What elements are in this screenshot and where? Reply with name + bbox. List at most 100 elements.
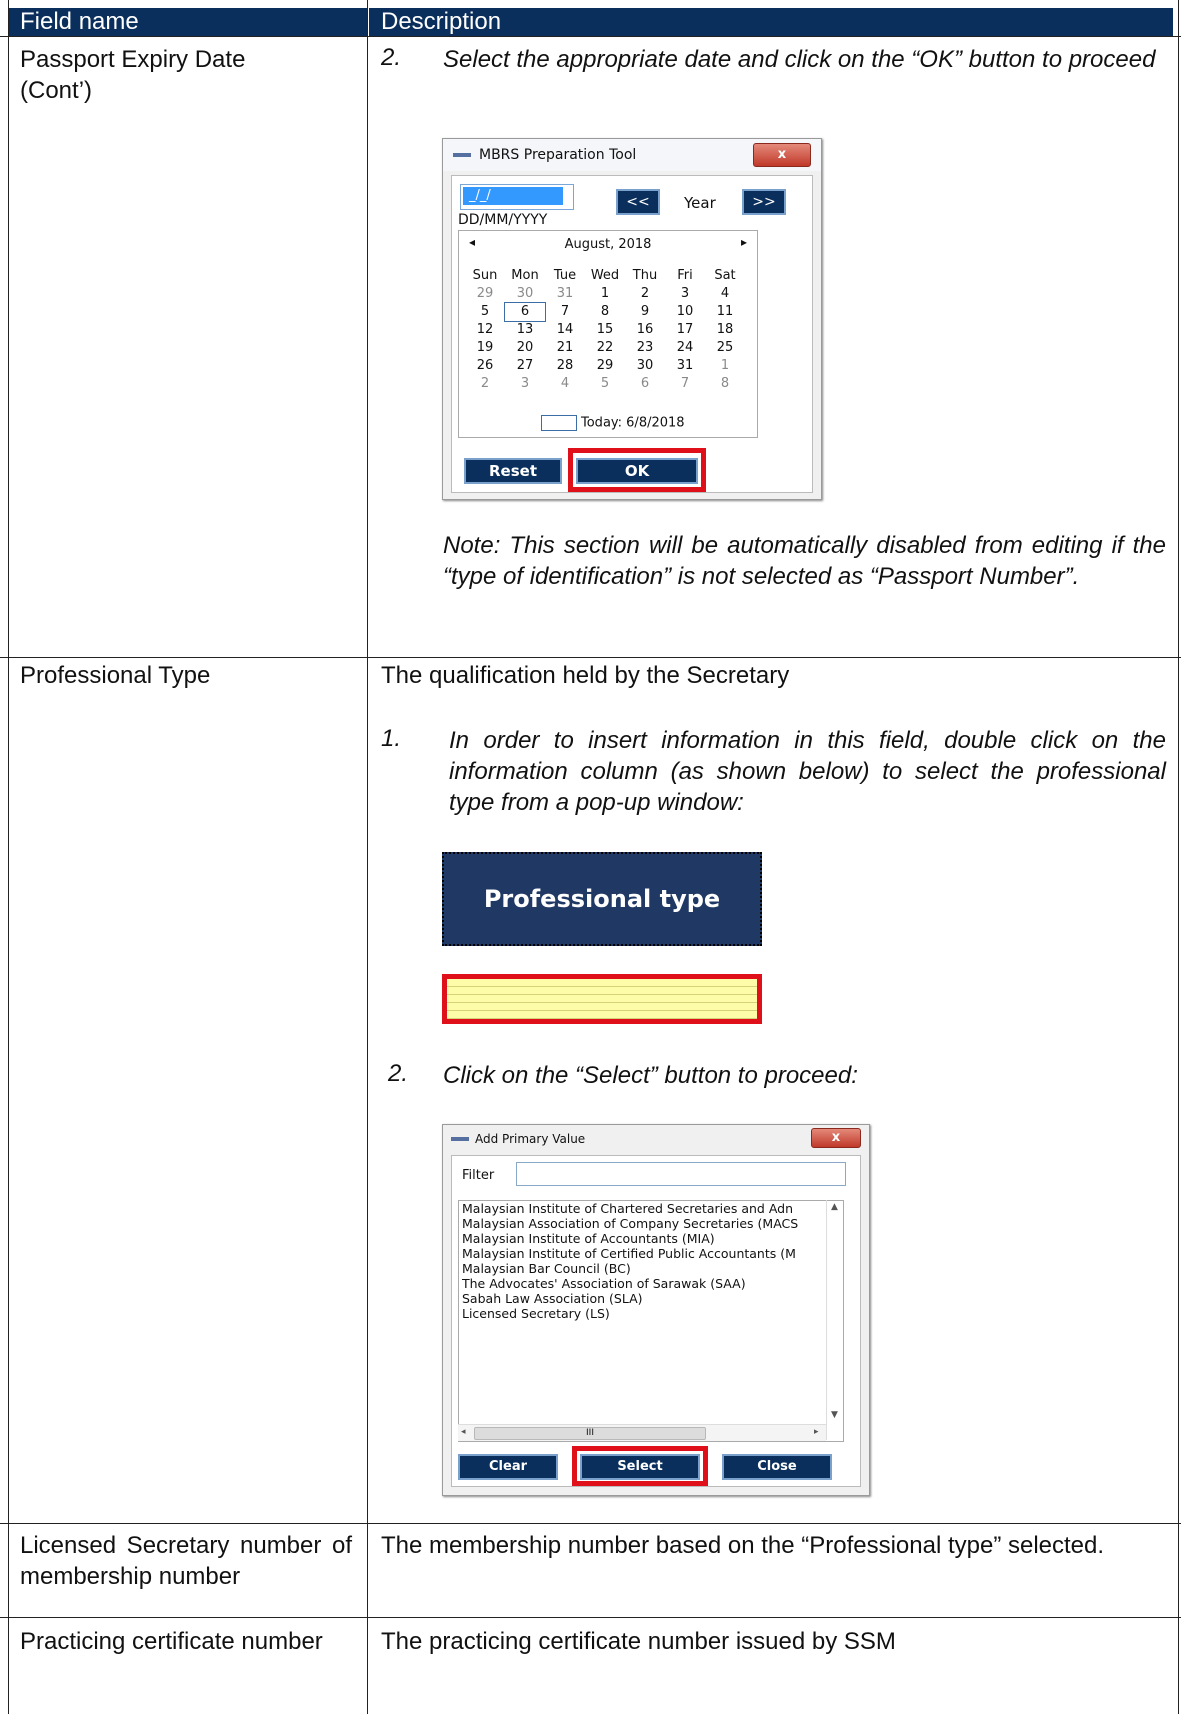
step-number: 2.: [388, 1060, 409, 1087]
calendar-day[interactable]: 8: [585, 303, 625, 321]
calendar-day[interactable]: 26: [465, 357, 505, 375]
calendar-day[interactable]: 13: [505, 321, 545, 339]
calendar-day[interactable]: 6: [625, 375, 665, 393]
calendar-day[interactable]: 10: [665, 303, 705, 321]
date-input-value: _/_/: [463, 187, 563, 205]
calendar-month: August, 2018: [564, 237, 652, 252]
field-practicing-certificate: Practicing certificate number: [20, 1628, 323, 1655]
professional-type-input[interactable]: [442, 974, 762, 1024]
calendar-day[interactable]: 9: [625, 303, 665, 321]
calendar-day[interactable]: 25: [705, 339, 745, 357]
next-year-button[interactable]: >>: [742, 189, 786, 215]
field-description: The membership number based on the “Prof…: [381, 1532, 1105, 1559]
today-label: Today: 6/8/2018: [581, 415, 685, 431]
calendar-day[interactable]: 15: [585, 321, 625, 339]
next-month-icon[interactable]: ▸: [741, 235, 747, 249]
header-field-name: Field name: [8, 8, 367, 36]
list-item[interactable]: Malaysian Institute of Accountants (MIA): [459, 1231, 843, 1246]
calendar-day[interactable]: 3: [505, 375, 545, 393]
close-icon[interactable]: x: [811, 1128, 861, 1148]
today-marker: [541, 415, 577, 431]
prev-year-button[interactable]: <<: [616, 189, 660, 215]
date-input[interactable]: _/_/: [460, 184, 574, 210]
app-icon: [451, 1137, 469, 1141]
calendar-day[interactable]: 17: [665, 321, 705, 339]
calendar-day[interactable]: 24: [665, 339, 705, 357]
close-button[interactable]: Close: [722, 1454, 832, 1480]
calendar-day[interactable]: 7: [665, 375, 705, 393]
calendar-day[interactable]: 14: [545, 321, 585, 339]
step-text: Click on the “Select” button to proceed:: [443, 1062, 858, 1089]
calendar-day[interactable]: 30: [505, 285, 545, 303]
scroll-down-icon[interactable]: ▼: [831, 1410, 838, 1420]
field-name-line: (Cont’): [20, 77, 93, 104]
list-item[interactable]: Malaysian Institute of Certified Public …: [459, 1246, 843, 1261]
header-description: Description: [369, 8, 1173, 36]
calendar-day[interactable]: 3: [665, 285, 705, 303]
calendar-grid: Sun Mon Tue Wed Thu Fri Sat 29 30 31 1 2: [465, 267, 745, 393]
calendar-day[interactable]: 18: [705, 321, 745, 339]
vertical-scrollbar[interactable]: ▲ ▼: [826, 1200, 843, 1440]
calendar-day[interactable]: 30: [625, 357, 665, 375]
list-item[interactable]: Licensed Secretary (LS): [459, 1306, 843, 1321]
calendar-day[interactable]: 22: [585, 339, 625, 357]
list-item[interactable]: Malaysian Bar Council (BC): [459, 1261, 843, 1276]
list-item[interactable]: Malaysian Institute of Chartered Secreta…: [459, 1201, 843, 1216]
weekday-label: Wed: [590, 268, 620, 283]
weekday-label: Sun: [472, 268, 498, 283]
step-text: In order to insert information in this f…: [449, 727, 1166, 816]
calendar-day[interactable]: 16: [625, 321, 665, 339]
calendar-day[interactable]: 12: [465, 321, 505, 339]
select-highlight: [572, 1446, 708, 1486]
calendar-day[interactable]: 2: [465, 375, 505, 393]
calendar-day[interactable]: 2: [625, 285, 665, 303]
calendar-day[interactable]: 5: [465, 303, 505, 321]
calendar-day[interactable]: 1: [585, 285, 625, 303]
dialog-title: Add Primary Value: [475, 1132, 586, 1146]
calendar-day[interactable]: 23: [625, 339, 665, 357]
weekday-label: Tue: [553, 268, 577, 283]
column-divider: [367, 0, 368, 1714]
document-table: Field name Description Passport Expiry D…: [0, 0, 1181, 1714]
calendar-day[interactable]: 31: [665, 357, 705, 375]
close-icon[interactable]: x: [753, 143, 811, 167]
horizontal-scrollbar[interactable]: ◂ III ▸: [458, 1424, 826, 1441]
filter-input[interactable]: [516, 1162, 846, 1186]
note-text: Note: This section will be automatically…: [443, 532, 1166, 590]
row-divider: [0, 657, 1181, 658]
clear-button[interactable]: Clear: [458, 1454, 558, 1480]
calendar-day[interactable]: 11: [705, 303, 745, 321]
calendar-day[interactable]: 7: [545, 303, 585, 321]
field-licensed-secretary: Licensed Secretary number of membership …: [20, 1532, 352, 1590]
scroll-thumb[interactable]: III: [474, 1427, 706, 1440]
calendar-day[interactable]: 4: [545, 375, 585, 393]
today-link[interactable]: Today: 6/8/2018: [541, 415, 685, 431]
calendar-day[interactable]: 21: [545, 339, 585, 357]
calendar-day[interactable]: 20: [505, 339, 545, 357]
calendar-day[interactable]: 8: [705, 375, 745, 393]
calendar-day[interactable]: 29: [465, 285, 505, 303]
step-text: Select the appropriate date and click on…: [443, 46, 1156, 73]
value-list[interactable]: Malaysian Institute of Chartered Secreta…: [458, 1200, 844, 1442]
calendar-day-today[interactable]: 6: [504, 302, 546, 322]
calendar-day[interactable]: 28: [545, 357, 585, 375]
reset-button[interactable]: Reset: [464, 458, 562, 484]
calendar-day[interactable]: 27: [505, 357, 545, 375]
field-professional-type: Professional Type: [20, 662, 211, 689]
calendar-day[interactable]: 5: [585, 375, 625, 393]
list-item[interactable]: The Advocates' Association of Sarawak (S…: [459, 1276, 843, 1291]
calendar-day[interactable]: 29: [585, 357, 625, 375]
calendar-day[interactable]: 31: [545, 285, 585, 303]
calendar-day[interactable]: 4: [705, 285, 745, 303]
list-item[interactable]: Malaysian Association of Company Secreta…: [459, 1216, 843, 1231]
scroll-left-icon[interactable]: ◂: [461, 1427, 466, 1437]
weekday-label: Fri: [677, 268, 693, 283]
calendar: ◂ August, 2018 ▸ Sun Mon Tue Wed Thu Fri…: [458, 230, 758, 438]
calendar-day[interactable]: 19: [465, 339, 505, 357]
calendar-day[interactable]: 1: [705, 357, 745, 375]
scroll-right-icon[interactable]: ▸: [814, 1427, 819, 1437]
dialog-titlebar: MBRS Preparation Tool x: [443, 139, 821, 171]
list-item[interactable]: Sabah Law Association (SLA): [459, 1291, 843, 1306]
table-border-left: [8, 0, 9, 1714]
scroll-up-icon[interactable]: ▲: [831, 1202, 838, 1212]
